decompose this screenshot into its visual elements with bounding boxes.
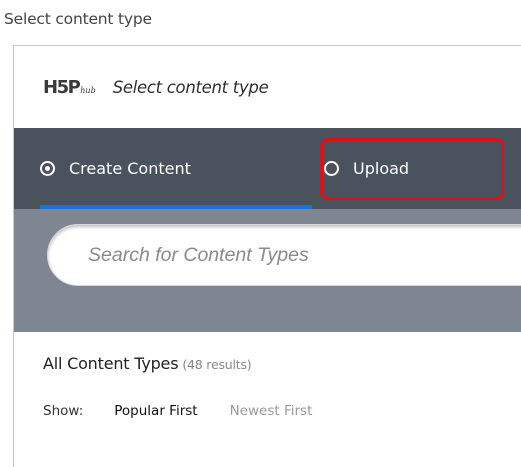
outer-label: Select content type <box>4 10 152 28</box>
sort-newest-first[interactable]: Newest First <box>230 403 313 419</box>
tab-bar: Create Content Upload <box>14 128 521 209</box>
show-label: Show: <box>43 403 84 419</box>
results-heading: All Content Types (48 results) <box>43 354 521 373</box>
logo-main: H5P <box>43 76 81 98</box>
h5p-hub-logo: H5P hub <box>43 77 96 98</box>
sort-popular-first[interactable]: Popular First <box>114 403 197 419</box>
hub-header: H5P hub Select content type <box>14 46 521 128</box>
results-heading-label: All Content Types <box>43 354 179 373</box>
tab-upload[interactable]: Upload <box>324 128 409 209</box>
content-list-area: All Content Types (48 results) Show: Popu… <box>14 332 521 419</box>
search-band <box>14 209 521 332</box>
tab-create-content[interactable]: Create Content <box>40 128 312 209</box>
radio-selected-icon <box>40 161 55 176</box>
h5p-hub-panel: H5P hub Select content type Create Conte… <box>13 45 521 467</box>
sort-row: Show: Popular First Newest First <box>43 403 521 419</box>
search-input[interactable] <box>47 224 521 286</box>
results-count: (48 results) <box>182 357 252 372</box>
radio-unselected-icon <box>324 161 339 176</box>
tab-create-content-label: Create Content <box>69 159 191 178</box>
tab-upload-label: Upload <box>353 159 410 178</box>
logo-sub: hub <box>80 85 96 95</box>
hub-title: Select content type <box>112 77 269 97</box>
